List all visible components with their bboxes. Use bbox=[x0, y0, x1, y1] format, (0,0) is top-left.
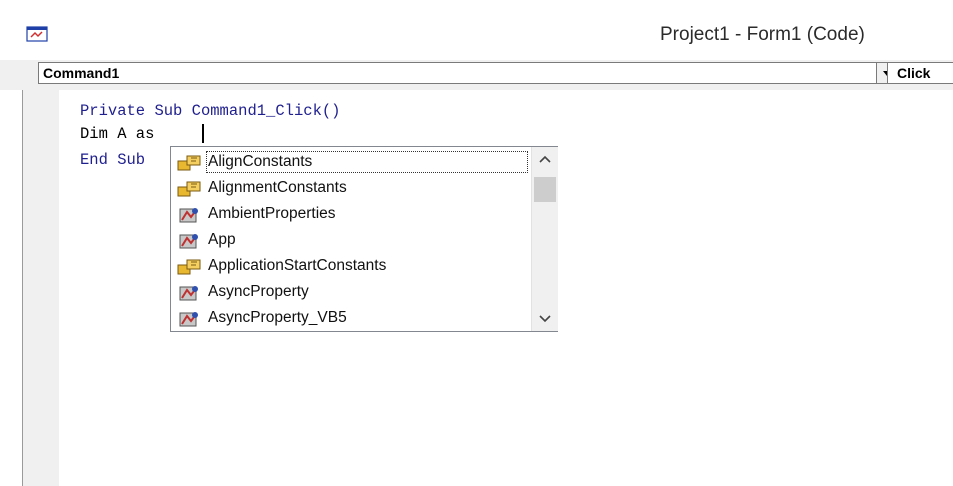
form-code-icon bbox=[26, 26, 48, 42]
autocomplete-item[interactable]: AsyncProperty bbox=[173, 279, 527, 305]
procedure-combo-value: Click bbox=[897, 65, 931, 81]
enum-icon bbox=[177, 259, 201, 275]
object-combo-value: Command1 bbox=[43, 65, 120, 81]
class-icon bbox=[179, 312, 198, 327]
enum-icon bbox=[177, 181, 201, 197]
scroll-thumb[interactable] bbox=[534, 177, 556, 202]
object-combo[interactable]: Command1 bbox=[38, 62, 898, 84]
scroll-down-button[interactable] bbox=[532, 305, 558, 331]
autocomplete-item-label: AlignConstants bbox=[206, 151, 528, 173]
code-line-2-text: Dim A as bbox=[80, 125, 164, 143]
autocomplete-item-label: AlignmentConstants bbox=[208, 179, 347, 196]
autocomplete-item-label: AsyncProperty_VB5 bbox=[208, 309, 347, 326]
keyword-sub: Sub bbox=[154, 102, 183, 120]
class-icon bbox=[179, 208, 198, 223]
class-icon bbox=[179, 234, 198, 249]
chevron-up-icon bbox=[539, 155, 551, 163]
keyword-private: Private bbox=[80, 102, 146, 120]
autocomplete-item[interactable]: ApplicationStartConstants bbox=[173, 253, 527, 279]
enum-icon bbox=[177, 155, 201, 171]
code-line-3[interactable]: End Sub bbox=[80, 151, 145, 169]
window-title: Project1 - Form1 (Code) bbox=[660, 24, 865, 45]
autocomplete-item-label: AsyncProperty bbox=[208, 283, 309, 300]
chevron-down-icon bbox=[539, 315, 551, 323]
procedure-name: Command1_Click() bbox=[182, 102, 341, 120]
autocomplete-item[interactable]: AlignmentConstants bbox=[173, 175, 527, 201]
autocomplete-item-label: AmbientProperties bbox=[208, 205, 336, 222]
text-caret bbox=[202, 124, 204, 143]
autocomplete-item[interactable]: App bbox=[173, 227, 527, 253]
scroll-up-button[interactable] bbox=[532, 147, 558, 173]
autocomplete-item[interactable]: AmbientProperties bbox=[173, 201, 527, 227]
autocomplete-item-label: App bbox=[208, 231, 236, 248]
code-line-2[interactable]: Dim A as bbox=[80, 125, 164, 143]
margin-indicator-bar[interactable] bbox=[22, 90, 60, 486]
autocomplete-list[interactable]: AlignConstants AlignmentConstants Ambien… bbox=[170, 146, 558, 332]
autocomplete-item[interactable]: AlignConstants bbox=[173, 149, 528, 175]
code-line-1[interactable]: Private Sub Command1_Click() bbox=[80, 102, 340, 120]
procedure-combo[interactable]: Click bbox=[887, 62, 953, 84]
autocomplete-scrollbar[interactable] bbox=[531, 147, 558, 331]
window-titlebar: Project1 - Form1 (Code) bbox=[0, 0, 953, 60]
keyword-end-sub: End Sub bbox=[80, 151, 146, 169]
autocomplete-item-label: ApplicationStartConstants bbox=[208, 257, 387, 274]
autocomplete-item[interactable]: AsyncProperty_VB5 bbox=[173, 305, 527, 331]
class-icon bbox=[179, 286, 198, 301]
